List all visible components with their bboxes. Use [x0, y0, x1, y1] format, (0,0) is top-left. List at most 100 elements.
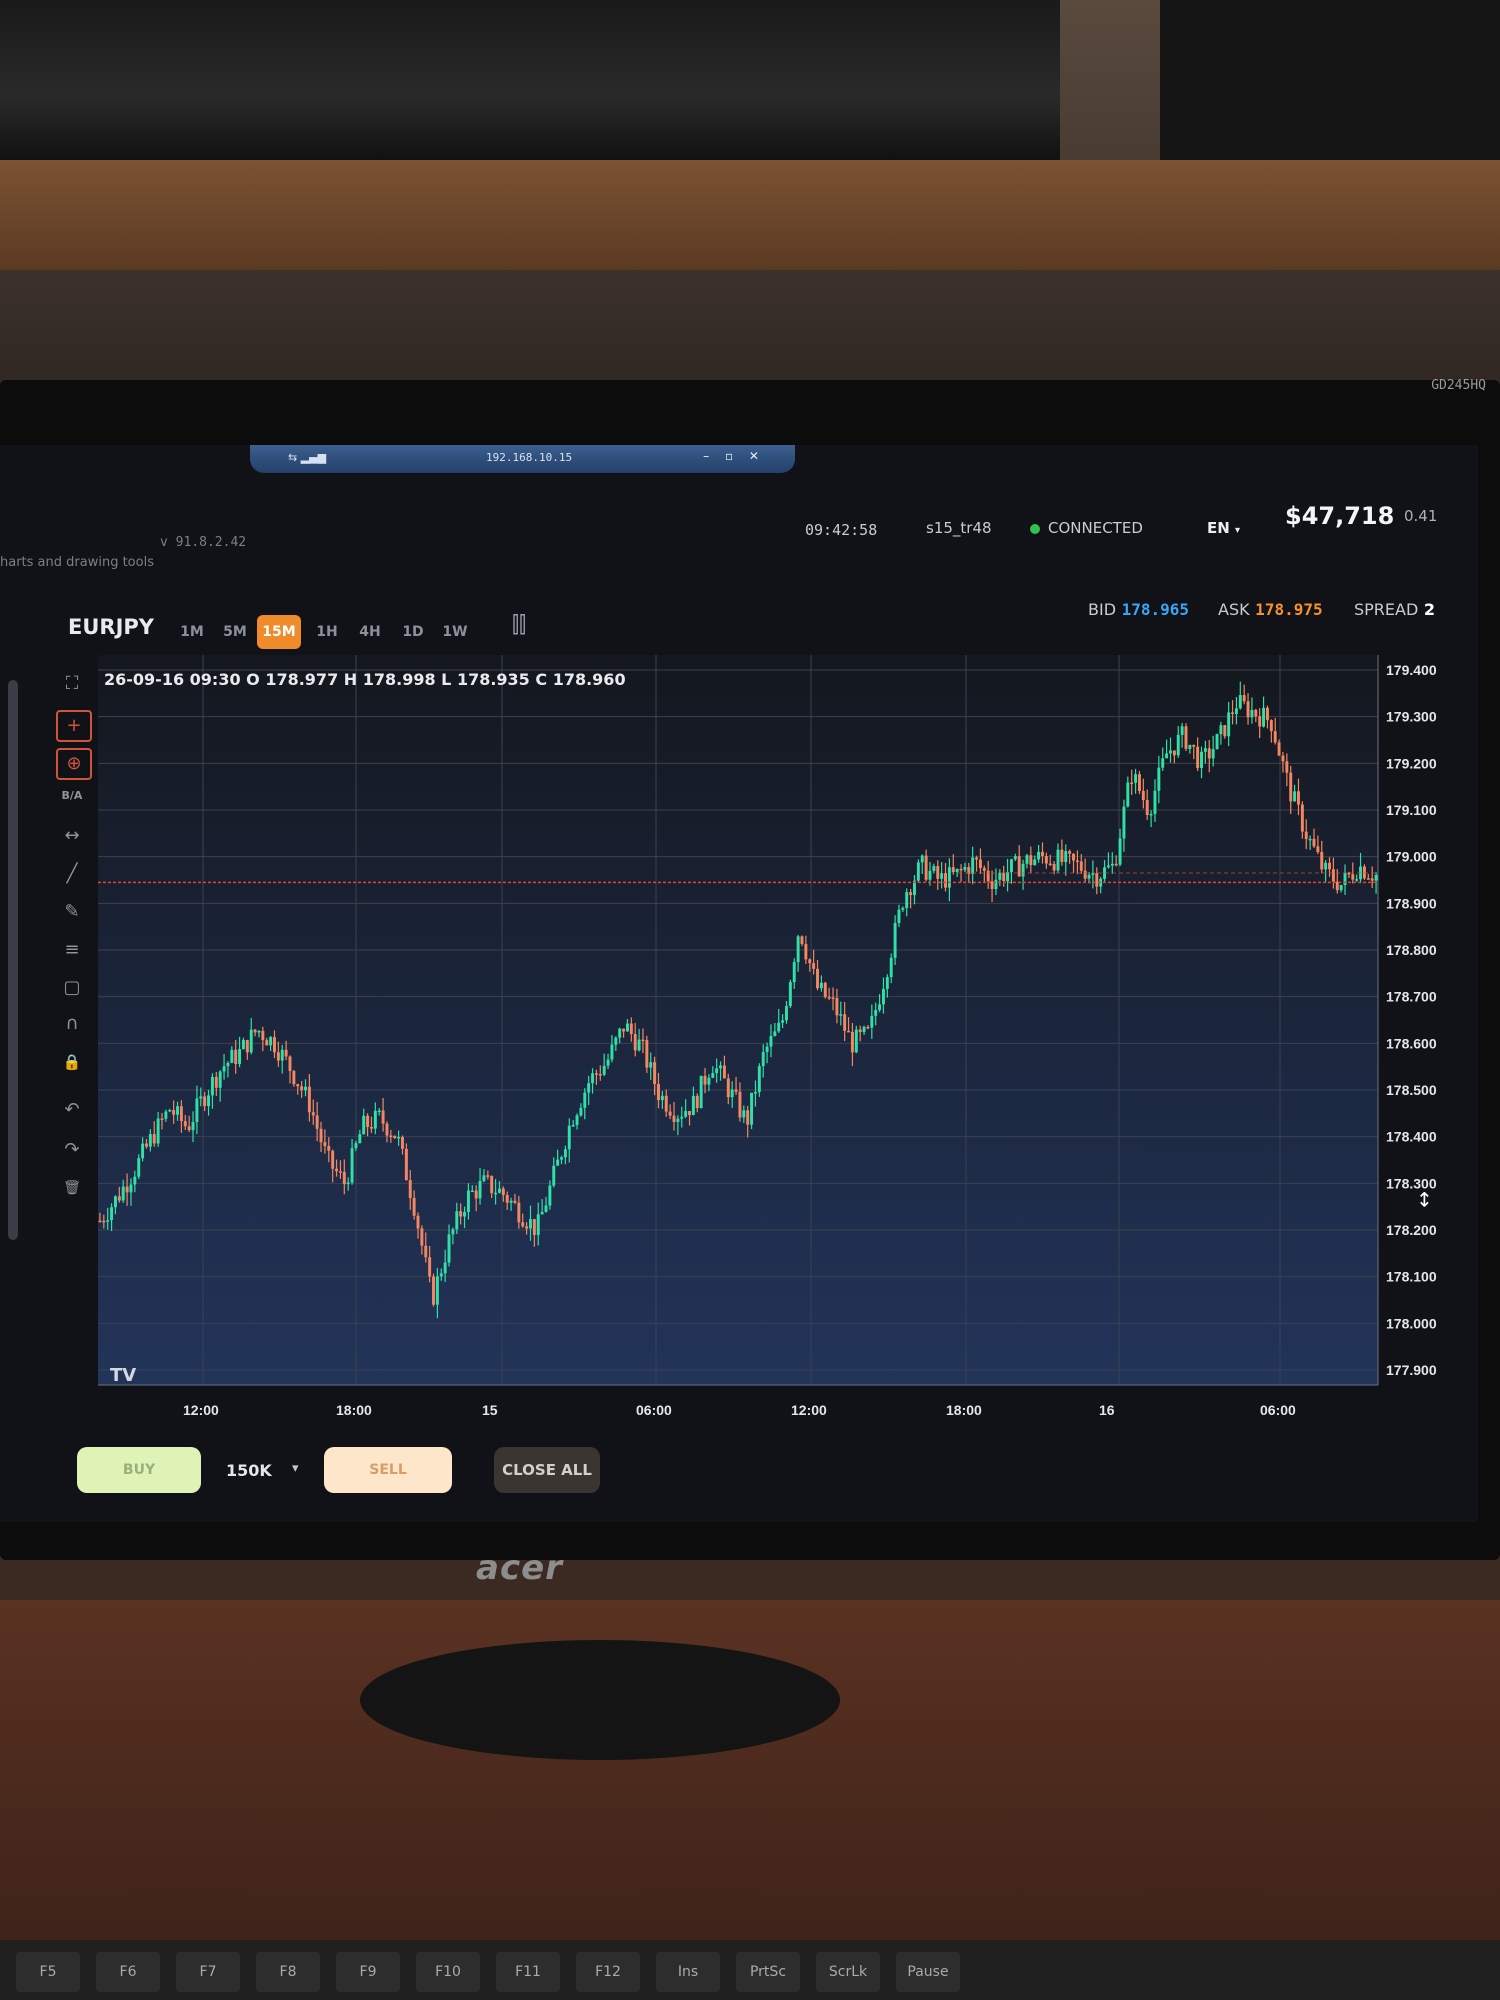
- candlestick-type-icon[interactable]: ⫿⫿: [512, 613, 526, 638]
- fibonacci-icon[interactable]: ≡: [56, 936, 88, 964]
- candle-up: [602, 1065, 606, 1075]
- candle-down: [1258, 716, 1262, 727]
- app-version: v 91.8.2.42: [160, 535, 247, 550]
- rectangle-icon[interactable]: ▢: [56, 974, 88, 1002]
- candle-up: [792, 962, 796, 983]
- app-subtitle: harts and drawing tools: [0, 555, 154, 570]
- candle-up: [121, 1186, 125, 1201]
- y-tick-label: 179.200: [1386, 755, 1437, 771]
- candle-down: [292, 1071, 296, 1085]
- candle-up: [1009, 859, 1013, 873]
- candle-up: [916, 862, 920, 881]
- x-tick-label: 15: [482, 1402, 498, 1418]
- timeframe-15m[interactable]: 15M: [257, 615, 301, 649]
- add-cross-icon[interactable]: ⊕: [56, 748, 92, 780]
- signal-icon: ⇆ ▂▄▆: [288, 451, 327, 464]
- candle-up: [614, 1037, 618, 1045]
- candle-up: [971, 857, 975, 874]
- candle-down: [672, 1115, 676, 1122]
- key-f9: F9: [336, 1952, 400, 1992]
- candle-up: [947, 867, 951, 888]
- candle-up: [164, 1111, 168, 1119]
- candle-down: [1362, 866, 1366, 879]
- candlestick-chart[interactable]: 179.400 179.300 179.200 179.100 179.000 178.9…: [98, 655, 1463, 1435]
- candle-up: [478, 1180, 482, 1199]
- candle-down: [804, 943, 808, 960]
- candle-down: [513, 1200, 517, 1203]
- timeframe-5m[interactable]: 5M: [216, 615, 254, 649]
- candle-up: [241, 1040, 245, 1050]
- candle-down: [951, 867, 955, 873]
- trade-bar: BUY 150K ▾ SELL CLOSE ALL: [0, 1435, 1478, 1515]
- candle-down: [695, 1095, 699, 1109]
- candle-up: [1118, 838, 1122, 865]
- candle-up: [1161, 758, 1165, 768]
- candle-up: [711, 1073, 715, 1078]
- magnet-icon[interactable]: ∩: [56, 1010, 88, 1038]
- candle-up: [955, 868, 959, 873]
- tradingview-logo: TV: [110, 1365, 137, 1386]
- timeframe-1h[interactable]: 1H: [308, 615, 346, 649]
- candle-down: [808, 959, 812, 964]
- undo-icon[interactable]: ↶: [56, 1096, 88, 1124]
- account-balance: $47,718: [1285, 502, 1395, 530]
- bid-ask-toggle[interactable]: B/A: [56, 782, 88, 810]
- y-tick-label: 179.300: [1386, 709, 1437, 725]
- candle-down: [800, 936, 804, 944]
- candle-down: [664, 1095, 668, 1112]
- close-all-button[interactable]: CLOSE ALL: [494, 1447, 600, 1493]
- price-chart[interactable]: 179.400 179.300 179.200 179.100 179.000 178.9…: [98, 655, 1463, 1435]
- connection-status: CONNECTED: [1030, 519, 1143, 537]
- candle-down: [924, 855, 928, 880]
- candle-up: [878, 1004, 882, 1011]
- candle-up: [113, 1196, 117, 1208]
- candle-down: [179, 1106, 183, 1122]
- quantity-select[interactable]: 150K: [226, 1461, 272, 1480]
- sell-button[interactable]: SELL: [324, 1447, 452, 1493]
- shelf-bag: [0, 0, 1060, 174]
- candle-down: [505, 1194, 509, 1203]
- chevron-down-icon[interactable]: ▾: [292, 1461, 299, 1476]
- pencil-icon[interactable]: ✎: [56, 898, 88, 926]
- fullscreen-icon[interactable]: ⛶: [56, 670, 88, 698]
- candle-up: [1110, 863, 1114, 866]
- crosshair-icon[interactable]: +: [56, 710, 92, 742]
- window-controls[interactable]: – ▫ ✕: [703, 449, 765, 463]
- candle-up: [168, 1109, 172, 1112]
- chart-background: [98, 655, 1378, 1385]
- buy-button[interactable]: BUY: [77, 1447, 201, 1493]
- measure-icon[interactable]: ↔: [56, 822, 88, 850]
- language-selector[interactable]: EN ▾: [1207, 519, 1240, 537]
- candle-down: [319, 1128, 323, 1143]
- redo-icon[interactable]: ↷: [56, 1136, 88, 1164]
- symbol-label[interactable]: EURJPY: [68, 615, 154, 639]
- candle-up: [191, 1122, 195, 1131]
- candle-down: [1231, 712, 1235, 714]
- timeframe-1m[interactable]: 1M: [173, 615, 211, 649]
- left-scroll-rail[interactable]: [8, 680, 18, 1240]
- candle-down: [959, 868, 963, 871]
- candle-down: [986, 870, 990, 882]
- candle-up: [777, 1022, 781, 1032]
- candle-up: [649, 1062, 653, 1068]
- timeframe-1w[interactable]: 1W: [436, 615, 474, 649]
- candle-up: [625, 1023, 629, 1032]
- candle-up: [141, 1143, 145, 1159]
- candle-down: [416, 1215, 420, 1229]
- trendline-icon[interactable]: ╱: [56, 860, 88, 888]
- candle-up: [346, 1182, 350, 1185]
- candle-down: [1246, 701, 1250, 718]
- trash-icon[interactable]: 🗑: [56, 1174, 88, 1202]
- candle-up: [707, 1077, 711, 1085]
- timeframe-4h[interactable]: 4H: [351, 615, 389, 649]
- lock-icon[interactable]: 🔒: [56, 1048, 88, 1076]
- y-tick-label: 178.100: [1386, 1269, 1437, 1285]
- candle-down: [1075, 860, 1079, 863]
- candle-down: [152, 1134, 156, 1144]
- candle-up: [680, 1116, 684, 1119]
- candle-up: [1308, 838, 1312, 841]
- timeframe-1d[interactable]: 1D: [394, 615, 432, 649]
- candle-down: [812, 963, 816, 969]
- remote-desktop-bar[interactable]: ⇆ ▂▄▆ 192.168.10.15 – ▫ ✕: [250, 445, 795, 473]
- candle-up: [195, 1098, 199, 1123]
